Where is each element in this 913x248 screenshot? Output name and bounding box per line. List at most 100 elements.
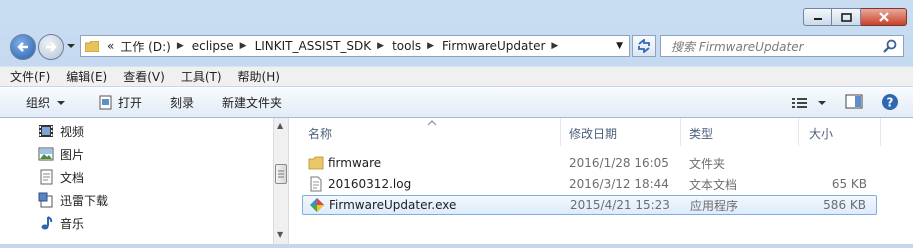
- nav-item-label: 视频: [60, 124, 85, 139]
- minimize-button[interactable]: [803, 8, 832, 26]
- address-bar[interactable]: « 工作 (D:) ▶ eclipse ▶ LINKIT_ASSIST_SDK …: [80, 35, 630, 57]
- column-name[interactable]: 名称: [308, 125, 332, 142]
- refresh-button[interactable]: [632, 35, 656, 57]
- forward-button[interactable]: [38, 34, 64, 60]
- back-arrow-icon: [17, 42, 28, 52]
- chevron-right-icon[interactable]: ▶: [240, 41, 247, 51]
- nav-pane-scrollbar[interactable]: ▲ ▼: [273, 118, 289, 244]
- nav-item-label: 图片: [60, 147, 85, 162]
- burn-label: 刻录: [170, 96, 195, 110]
- file-date: 2016/1/28 16:05: [569, 156, 669, 170]
- scroll-up-icon[interactable]: ▲: [277, 121, 283, 130]
- file-size: 586 KB: [823, 198, 866, 212]
- organize-button[interactable]: 组织: [26, 94, 68, 111]
- column-divider[interactable]: [680, 118, 681, 146]
- nav-item-pictures[interactable]: 图片: [38, 144, 84, 164]
- preview-pane-button[interactable]: [845, 94, 863, 113]
- sort-ascending-icon: [427, 120, 437, 126]
- breadcrumb: « 工作 (D:) ▶ eclipse ▶ LINKIT_ASSIST_SDK …: [107, 38, 566, 55]
- breadcrumb-tools[interactable]: tools: [392, 39, 421, 53]
- download-folder-icon: [38, 192, 53, 208]
- chevron-right-icon[interactable]: ▶: [427, 41, 434, 51]
- file-name-cell: 20160312.log: [308, 176, 411, 192]
- search-icon[interactable]: [883, 39, 897, 53]
- chevron-down-icon: [57, 100, 66, 105]
- file-date: 2016/3/12 18:44: [569, 177, 669, 191]
- close-button[interactable]: [861, 8, 907, 26]
- nav-item-documents[interactable]: 文档: [38, 167, 84, 187]
- column-type[interactable]: 类型: [689, 125, 713, 142]
- file-name-cell: firmware: [308, 155, 381, 171]
- maximize-icon: [840, 12, 852, 22]
- file-list: 名称 修改日期 类型 大小 firmware 2016/1/28 16:05 文…: [290, 118, 913, 244]
- file-row[interactable]: 20160312.log 2016/3/12 18:44 文本文档 65 KB: [302, 174, 877, 194]
- breadcrumb-linkit-assist-sdk[interactable]: LINKIT_ASSIST_SDK: [255, 39, 372, 53]
- help-button[interactable]: ?: [881, 93, 899, 114]
- breadcrumb-eclipse[interactable]: eclipse: [192, 39, 234, 53]
- new-folder-label: 新建文件夹: [222, 96, 283, 110]
- chevron-right-icon[interactable]: ▶: [177, 41, 184, 51]
- file-list-header: 名称 修改日期 类型 大小: [290, 118, 890, 146]
- breadcrumb-drive[interactable]: 工作 (D:): [120, 38, 170, 55]
- column-date-modified[interactable]: 修改日期: [569, 125, 617, 142]
- column-divider[interactable]: [880, 118, 881, 146]
- menu-edit[interactable]: 编辑(E): [66, 68, 107, 85]
- back-button[interactable]: [10, 34, 36, 60]
- file-name: firmware: [328, 156, 382, 170]
- navigation-row: « 工作 (D:) ▶ eclipse ▶ LINKIT_ASSIST_SDK …: [0, 32, 913, 60]
- open-button[interactable]: 打开: [98, 94, 142, 111]
- scroll-down-icon[interactable]: ▼: [277, 230, 283, 239]
- column-size[interactable]: 大小: [809, 125, 833, 142]
- grip-icon: [278, 170, 284, 178]
- menu-tools[interactable]: 工具(T): [181, 68, 222, 85]
- menu-view[interactable]: 查看(V): [123, 68, 165, 85]
- nav-item-thunder-downloads[interactable]: 迅雷下载: [38, 190, 108, 210]
- explorer-window: « 工作 (D:) ▶ eclipse ▶ LINKIT_ASSIST_SDK …: [0, 0, 913, 248]
- file-name: FirmwareUpdater.exe: [329, 198, 457, 212]
- menu-file[interactable]: 文件(F): [10, 68, 50, 85]
- scrollbar-thumb[interactable]: [275, 164, 287, 184]
- view-details-icon: [792, 98, 807, 108]
- maximize-button[interactable]: [832, 8, 861, 26]
- nav-item-label: 文档: [60, 170, 85, 185]
- chevron-right-icon[interactable]: ▶: [551, 41, 558, 51]
- nav-item-label: 迅雷下载: [60, 193, 109, 208]
- folder-icon: [85, 40, 99, 52]
- new-folder-button[interactable]: 新建文件夹: [222, 94, 282, 111]
- file-type: 文件夹: [689, 156, 726, 171]
- search-input[interactable]: [669, 38, 878, 56]
- file-name-cell: FirmwareUpdater.exe: [309, 197, 456, 213]
- search-box: [660, 35, 904, 57]
- menu-help[interactable]: 帮助(H): [238, 68, 280, 85]
- file-row[interactable]: firmware 2016/1/28 16:05 文件夹: [302, 153, 877, 173]
- nav-item-music[interactable]: 音乐: [38, 213, 84, 233]
- pictures-library-icon: [38, 147, 54, 161]
- burn-button[interactable]: 刻录: [170, 94, 194, 111]
- toolbar-right: ?: [791, 88, 913, 118]
- nav-item-label: 音乐: [60, 216, 85, 231]
- address-history-dropdown-icon[interactable]: ▼: [616, 41, 623, 51]
- file-name: 20160312.log: [328, 177, 412, 191]
- file-size: 65 KB: [831, 177, 867, 191]
- documents-library-icon: [40, 169, 53, 185]
- breadcrumb-overflow[interactable]: «: [107, 39, 114, 53]
- file-type: 应用程序: [690, 198, 739, 213]
- forward-arrow-icon: [46, 42, 57, 52]
- column-divider[interactable]: [560, 118, 561, 146]
- column-divider[interactable]: [798, 118, 799, 146]
- file-row-selected[interactable]: FirmwareUpdater.exe 2015/4/21 15:23 应用程序…: [302, 195, 877, 215]
- refresh-icon: [638, 39, 650, 53]
- nav-item-video[interactable]: 视频: [38, 121, 84, 141]
- chevron-down-icon: [818, 101, 826, 105]
- caption-buttons: [803, 8, 907, 26]
- recent-pages-dropdown-icon[interactable]: [66, 41, 76, 51]
- folder-icon: [308, 156, 324, 170]
- breadcrumb-firmwareupdater[interactable]: FirmwareUpdater: [442, 39, 545, 53]
- window-bottom-edge: [0, 244, 913, 248]
- change-view-button[interactable]: [791, 96, 829, 110]
- help-icon: ?: [882, 93, 898, 110]
- organize-label: 组织: [26, 96, 51, 110]
- chevron-right-icon[interactable]: ▶: [377, 41, 384, 51]
- file-date: 2015/4/21 15:23: [570, 198, 670, 212]
- text-file-icon: [310, 176, 322, 192]
